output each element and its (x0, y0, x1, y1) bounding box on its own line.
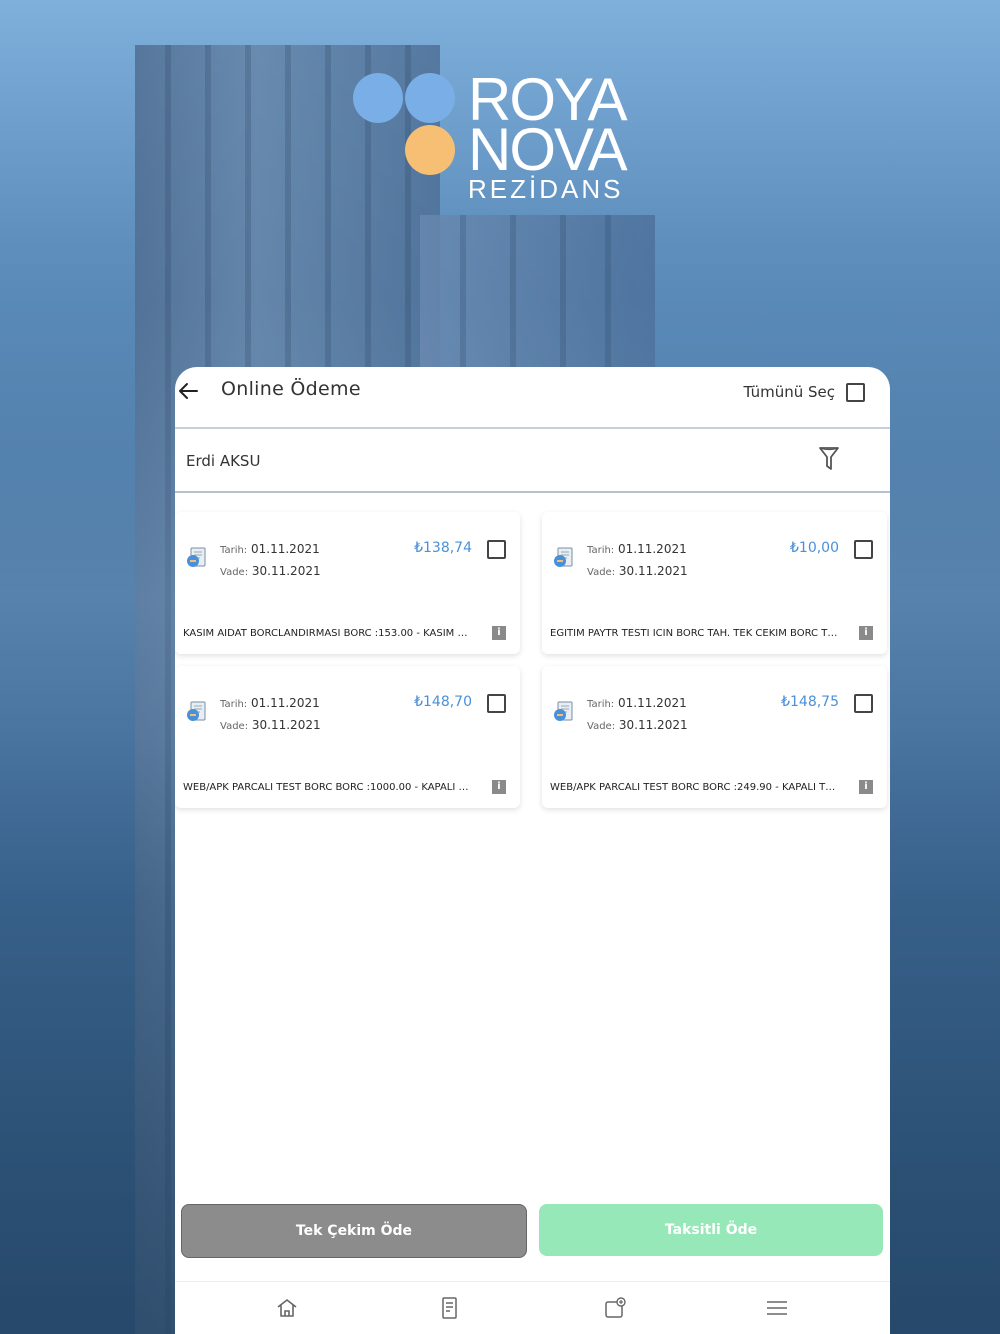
date-value: 01.11.2021 (618, 696, 687, 710)
amount: ₺148,75 (781, 694, 839, 710)
tab-menu[interactable] (717, 1282, 837, 1334)
bottom-tabbar (175, 1281, 890, 1334)
info-icon[interactable]: i (859, 626, 873, 640)
debt-item[interactable]: Tarih: 01.11.2021 Vade: 30.11.2021 ₺10,0… (542, 512, 887, 654)
info-icon[interactable]: i (859, 780, 873, 794)
due-value: 30.11.2021 (251, 564, 321, 578)
tab-payments[interactable] (555, 1282, 675, 1334)
person-bar: Erdi AKSU (175, 429, 890, 493)
invoice-icon (552, 700, 576, 724)
due-value: 30.11.2021 (618, 564, 688, 578)
due-value: 30.11.2021 (618, 718, 688, 732)
invoice-icon (185, 546, 209, 570)
page-header: Online Ödeme Tümünü Seç (175, 367, 890, 429)
brand-line-2: NOVA (468, 116, 628, 183)
debt-description: KASIM AIDAT BORCLANDIRMASI BORC :153.00 … (183, 628, 473, 639)
logo-dot-blue-2 (405, 73, 455, 123)
person-name: Erdi AKSU (186, 452, 261, 470)
date-label: Tarih: (220, 699, 248, 710)
item-checkbox[interactable] (854, 694, 873, 713)
logo-dot-orange (405, 125, 455, 175)
date-value: 01.11.2021 (251, 542, 320, 556)
date-label: Tarih: (587, 545, 615, 556)
amount: ₺138,74 (414, 540, 472, 556)
logo-dot-blue-1 (353, 73, 403, 123)
arrow-left-icon[interactable] (177, 380, 201, 404)
due-label: Vade: (587, 567, 616, 578)
debt-item[interactable]: Tarih: 01.11.2021 Vade: 30.11.2021 ₺148,… (175, 666, 520, 808)
due-label: Vade: (587, 721, 616, 732)
menu-icon (765, 1296, 789, 1320)
filter-icon[interactable] (818, 445, 840, 473)
item-checkbox[interactable] (487, 694, 506, 713)
date-value: 01.11.2021 (251, 696, 320, 710)
item-checkbox[interactable] (487, 540, 506, 559)
date-label: Tarih: (587, 699, 615, 710)
due-label: Vade: (220, 567, 249, 578)
invoice-icon (552, 546, 576, 570)
payment-card: Online Ödeme Tümünü Seç Erdi AKSU Tarih:… (175, 367, 890, 1334)
debt-description: EGITIM PAYTR TESTI ICIN BORC TAH. TEK CE… (550, 628, 840, 639)
due-value: 30.11.2021 (251, 718, 321, 732)
brand-logo: ROYA NOVA REZİDANS (350, 70, 660, 210)
select-all-checkbox[interactable] (846, 383, 865, 402)
amount: ₺10,00 (790, 540, 839, 556)
debt-item[interactable]: Tarih: 01.11.2021 Vade: 30.11.2021 ₺148,… (542, 666, 887, 808)
tab-documents[interactable] (390, 1282, 510, 1334)
select-all-label[interactable]: Tümünü Seç (743, 383, 835, 401)
document-icon (438, 1296, 462, 1320)
invoice-icon (185, 700, 209, 724)
home-icon (275, 1296, 299, 1320)
date-label: Tarih: (220, 545, 248, 556)
date-value: 01.11.2021 (618, 542, 687, 556)
amount: ₺148,70 (414, 694, 472, 710)
info-icon[interactable]: i (492, 626, 506, 640)
info-icon[interactable]: i (492, 780, 506, 794)
item-checkbox[interactable] (854, 540, 873, 559)
debt-item[interactable]: Tarih: 01.11.2021 Vade: 30.11.2021 ₺138,… (175, 512, 520, 654)
debt-description: WEB/APK PARCALI TEST BORC BORC :1000.00 … (183, 782, 473, 793)
pay-single-button[interactable]: Tek Çekim Öde (181, 1204, 527, 1258)
tab-home[interactable] (227, 1282, 347, 1334)
page-title: Online Ödeme (221, 378, 361, 400)
wallet-icon (603, 1296, 627, 1320)
pay-installment-button[interactable]: Taksitli Öde (539, 1204, 883, 1256)
due-label: Vade: (220, 721, 249, 732)
debt-description: WEB/APK PARCALI TEST BORC BORC :249.90 -… (550, 782, 840, 793)
brand-line-3: REZİDANS (468, 174, 624, 204)
